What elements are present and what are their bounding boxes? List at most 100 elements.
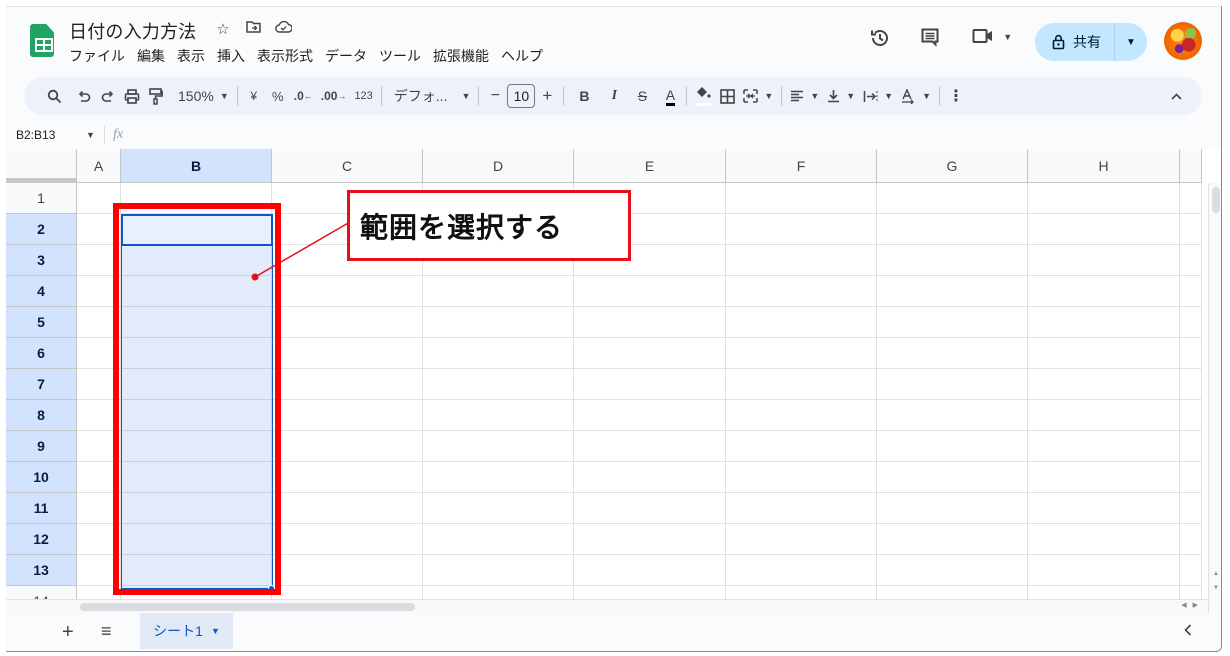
cell-overflow[interactable]: [1180, 400, 1202, 431]
menu-file[interactable]: ファイル: [69, 46, 125, 66]
row-header-5[interactable]: 5: [6, 307, 77, 338]
row-header-4[interactable]: 4: [6, 276, 77, 307]
cell-overflow[interactable]: [1180, 214, 1202, 245]
version-history-icon[interactable]: [868, 27, 892, 55]
column-header-c[interactable]: C: [272, 149, 423, 183]
percent-format-button[interactable]: %: [266, 82, 290, 110]
cell-h12[interactable]: [1028, 524, 1180, 555]
menu-view[interactable]: 表示: [177, 46, 205, 66]
fill-handle[interactable]: [268, 585, 275, 592]
column-header-g[interactable]: G: [877, 149, 1028, 183]
cell-h4[interactable]: [1028, 276, 1180, 307]
undo-button[interactable]: [72, 82, 96, 110]
collapse-toolbar-button[interactable]: [1164, 82, 1188, 110]
decrease-decimal-button[interactable]: .0 ←: [290, 82, 317, 110]
column-header-a[interactable]: A: [77, 149, 121, 183]
text-rotation-button[interactable]: ▼: [897, 82, 935, 110]
cell-overflow[interactable]: [1180, 276, 1202, 307]
cell-overflow[interactable]: [1180, 183, 1202, 214]
cell-g5[interactable]: [877, 307, 1028, 338]
paint-format-button[interactable]: [144, 82, 168, 110]
cell-d8[interactable]: [423, 400, 574, 431]
cell-d13[interactable]: [423, 555, 574, 586]
cell-e4[interactable]: [574, 276, 726, 307]
cell-e11[interactable]: [574, 493, 726, 524]
cell-f9[interactable]: [726, 431, 877, 462]
cell-g12[interactable]: [877, 524, 1028, 555]
cell-a1[interactable]: [77, 183, 121, 214]
formula-input[interactable]: [123, 121, 1221, 149]
cell-a6[interactable]: [77, 338, 121, 369]
currency-format-button[interactable]: ¥: [242, 82, 266, 110]
cloud-saved-icon[interactable]: [275, 20, 293, 38]
row-header-11[interactable]: 11: [6, 493, 77, 524]
column-header-overflow[interactable]: [1180, 149, 1202, 183]
redo-button[interactable]: [96, 82, 120, 110]
cell-e13[interactable]: [574, 555, 726, 586]
cell-f10[interactable]: [726, 462, 877, 493]
cell-e10[interactable]: [574, 462, 726, 493]
vertical-scroll-thumb[interactable]: [1212, 187, 1220, 213]
font-family-select[interactable]: デフォ... ▼: [390, 82, 475, 110]
menu-edit[interactable]: 編集: [137, 46, 165, 66]
cell-a4[interactable]: [77, 276, 121, 307]
scroll-down-button[interactable]: ▼: [1210, 581, 1221, 595]
cell-a5[interactable]: [77, 307, 121, 338]
cell-g11[interactable]: [877, 493, 1028, 524]
comments-icon[interactable]: [918, 27, 942, 53]
borders-button[interactable]: [715, 82, 739, 110]
cell-g4[interactable]: [877, 276, 1028, 307]
cell-f6[interactable]: [726, 338, 877, 369]
cell-h3[interactable]: [1028, 245, 1180, 276]
cell-d7[interactable]: [423, 369, 574, 400]
cell-h2[interactable]: [1028, 214, 1180, 245]
text-wrapping-button[interactable]: ▼: [859, 82, 897, 110]
text-color-button[interactable]: A: [658, 82, 682, 110]
cell-h6[interactable]: [1028, 338, 1180, 369]
cell-overflow[interactable]: [1180, 307, 1202, 338]
cell-g9[interactable]: [877, 431, 1028, 462]
menu-help[interactable]: ヘルプ: [501, 46, 543, 66]
cell-c5[interactable]: [272, 307, 423, 338]
sheet-tab-caret-icon[interactable]: ▼: [211, 626, 220, 636]
zoom-select[interactable]: 150% ▼: [174, 82, 233, 110]
menu-format[interactable]: 表示形式: [257, 46, 313, 66]
more-formats-button[interactable]: 123: [350, 82, 376, 110]
more-options-button[interactable]: ⋮: [944, 82, 968, 110]
cell-f2[interactable]: [726, 214, 877, 245]
menu-data[interactable]: データ: [325, 46, 367, 66]
cell-h11[interactable]: [1028, 493, 1180, 524]
cell-a3[interactable]: [77, 245, 121, 276]
cell-g8[interactable]: [877, 400, 1028, 431]
bold-button[interactable]: B: [572, 82, 596, 110]
row-header-6[interactable]: 6: [6, 338, 77, 369]
row-header-8[interactable]: 8: [6, 400, 77, 431]
search-menus-button[interactable]: [42, 82, 66, 110]
account-avatar[interactable]: [1164, 22, 1202, 60]
all-sheets-button[interactable]: ≡: [101, 621, 112, 642]
merge-cells-button[interactable]: ▼: [739, 82, 777, 110]
name-box-caret-icon[interactable]: ▼: [86, 130, 100, 140]
cell-d5[interactable]: [423, 307, 574, 338]
row-header-9[interactable]: 9: [6, 431, 77, 462]
menu-extensions[interactable]: 拡張機能: [433, 46, 489, 66]
cell-d10[interactable]: [423, 462, 574, 493]
cell-f1[interactable]: [726, 183, 877, 214]
cell-g2[interactable]: [877, 214, 1028, 245]
strikethrough-button[interactable]: S: [630, 82, 654, 110]
cell-c7[interactable]: [272, 369, 423, 400]
cell-f11[interactable]: [726, 493, 877, 524]
cell-overflow[interactable]: [1180, 555, 1202, 586]
menu-insert[interactable]: 挿入: [217, 46, 245, 66]
cell-h9[interactable]: [1028, 431, 1180, 462]
meet-icon[interactable]: ▼: [972, 27, 1016, 51]
cell-h5[interactable]: [1028, 307, 1180, 338]
font-size-input[interactable]: 10: [507, 84, 536, 108]
horizontal-scrollbar[interactable]: ◀▶: [6, 599, 1208, 613]
cell-g1[interactable]: [877, 183, 1028, 214]
cell-e7[interactable]: [574, 369, 726, 400]
cell-a10[interactable]: [77, 462, 121, 493]
cell-overflow[interactable]: [1180, 338, 1202, 369]
cell-g6[interactable]: [877, 338, 1028, 369]
column-header-b[interactable]: B: [121, 149, 272, 183]
